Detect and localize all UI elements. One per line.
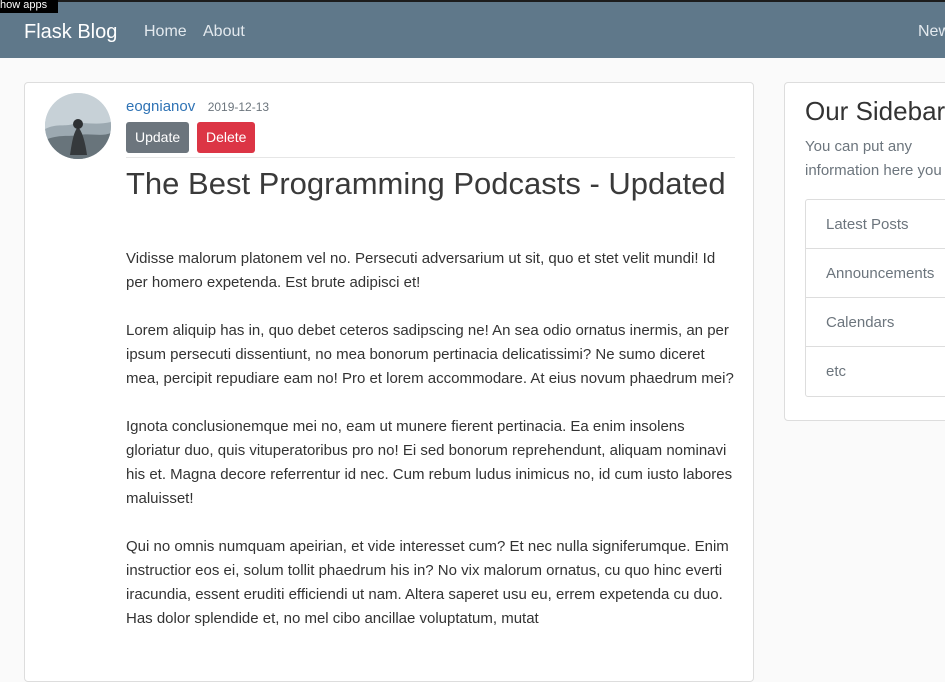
sidebar-list: Latest Posts Announcements Calendars etc (805, 199, 945, 397)
post-date: 2019-12-13 (207, 100, 270, 114)
meta-divider (126, 157, 735, 158)
brand-link[interactable]: Flask Blog (24, 19, 117, 45)
post-content: Vidisse malorum platonem vel no. Persecu… (126, 247, 734, 655)
nav-new-post-link[interactable]: New (918, 22, 945, 42)
nav-about-link[interactable]: About (203, 22, 245, 42)
post-meta: eognianov 2019-12-13 (126, 98, 269, 116)
avatar-image (45, 93, 111, 159)
top-navbar: Flask Blog Home About New (0, 0, 945, 58)
sidebar-item-latest-posts[interactable]: Latest Posts (806, 200, 945, 249)
post-paragraph: Ignota conclusionemque mei no, eam ut mu… (126, 418, 733, 507)
post-paragraph: Qui no omnis numquam apeirian, et vide i… (126, 538, 729, 627)
nav-home-link[interactable]: Home (144, 22, 187, 42)
post-card: eognianov 2019-12-13 Update Delete The B… (24, 82, 754, 682)
delete-button[interactable]: Delete (197, 122, 255, 153)
sidebar-title: Our Sidebar (805, 96, 945, 126)
sidebar-item-announcements[interactable]: Announcements (806, 249, 945, 298)
post-title: The Best Programming Podcasts - Updated (126, 166, 726, 201)
sidebar-item-calendars[interactable]: Calendars (806, 298, 945, 347)
sidebar-description: You can put any information here you lik… (805, 138, 945, 179)
author-link[interactable]: eognianov (126, 98, 195, 115)
show-apps-tooltip: how apps (0, 0, 58, 13)
post-paragraph: Lorem aliquip has in, quo debet ceteros … (126, 322, 734, 387)
sidebar-card: Our Sidebar You can put any information … (784, 82, 945, 421)
post-paragraph: Vidisse malorum platonem vel no. Persecu… (126, 250, 716, 291)
author-avatar (45, 93, 111, 159)
update-button[interactable]: Update (126, 122, 189, 153)
sidebar-item-etc[interactable]: etc (806, 347, 945, 396)
